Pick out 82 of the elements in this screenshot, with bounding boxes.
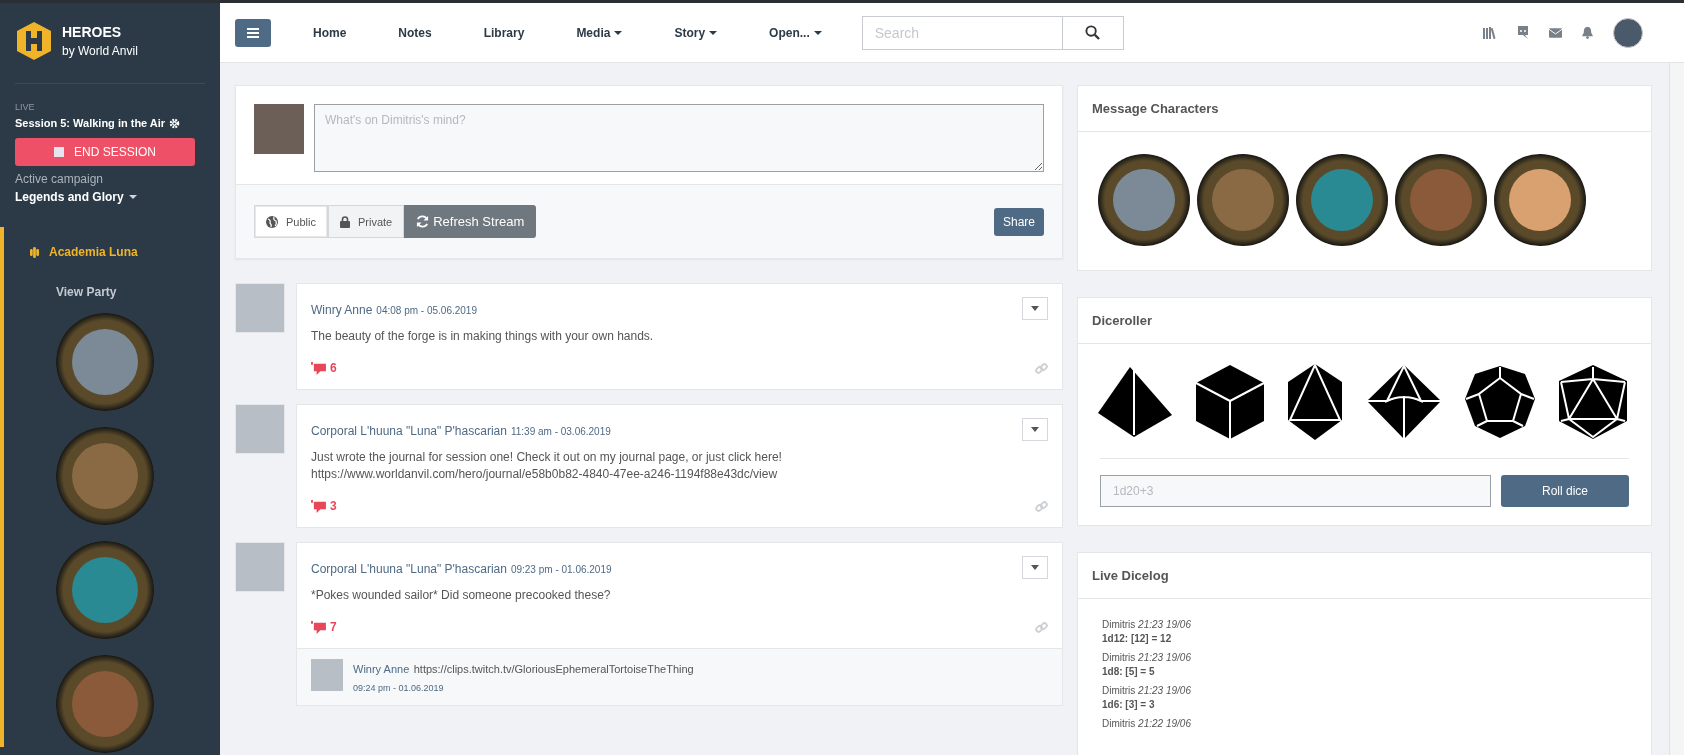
photo-placeholder [254,104,304,154]
settings-icon[interactable] [169,117,181,129]
menu-icon [247,27,259,38]
roll-result: 1d12: [12] = 12 [1102,633,1173,644]
campaign-label: Active campaign [14,172,105,186]
panel-title: Message Characters [1078,86,1651,132]
dice-formula-field[interactable]: 1d20+3 [1100,475,1491,507]
avatar-placeholder [235,404,285,454]
bell-icon[interactable] [1582,26,1593,39]
reply-time: 09:24 pm - 01.06.2019 [353,683,445,693]
avatar-placeholder [311,659,343,691]
author-link[interactable]: Winry Anne [311,303,373,317]
post-menu-button[interactable] [1022,556,1048,579]
scrollbar[interactable] [1669,63,1684,755]
refresh-stream-button[interactable]: Refresh Stream [404,205,537,238]
search-field[interactable]: Search [861,15,1062,50]
nav-link[interactable]: Story [646,25,742,40]
post-time: 09:23 pm - 01.06.2019 [510,564,612,575]
caret-icon [1031,565,1039,570]
nav-link[interactable]: Notes [370,25,456,40]
post-text: Just wrote the journal for session one! Check it out on my journal page, or just click here! [311,449,783,466]
comment-count[interactable]: 7 [311,620,337,634]
nav-link[interactable]: Library [455,25,549,40]
d20-die-icon[interactable] [1558,365,1627,439]
post-menu-button[interactable] [1022,418,1048,441]
nav-link[interactable]: Home [285,25,371,40]
author-link[interactable]: Winry Anne [353,663,410,675]
caret-icon [1031,306,1039,311]
globe-icon [266,215,278,228]
search-button[interactable] [1061,15,1124,50]
roll-result: 1d6: [3] = 3 [1102,699,1156,710]
log-entry-header: Dimitris 21:23 19/06 [1102,652,1192,663]
post-text: The beauty of the forge is in making things with your own hands. [311,328,655,345]
author-link[interactable]: Corporal L'huuna "Luna" P'hascarian [311,562,507,576]
reply-text: https://clips.twitch.tv/GloriousEphemeralTortoiseTheThing [413,663,694,675]
live-label: LIVE [14,102,36,112]
post-time: 11:39 am - 03.06.2019 [510,426,611,437]
post-text: https://www.worldanvil.com/hero/journal/e58b0b82-4840-47ee-a246-1194f88e43dc/view [311,466,779,483]
comment-count[interactable]: 3 [311,499,337,513]
chat-icon[interactable] [1517,26,1529,39]
d10-die-icon[interactable] [1366,365,1441,439]
group-link[interactable]: Academia Luna [49,245,138,259]
share-button[interactable]: Share [993,207,1044,236]
log-entry-header: Dimitris 21:23 19/06 [1102,619,1192,630]
roll-dice-button[interactable]: Roll dice [1501,475,1629,507]
nav-link[interactable]: Media [548,25,647,40]
author-link[interactable]: Corporal L'huuna "Luna" P'hascarian [311,424,507,438]
panel-title: Diceroller [1078,298,1651,344]
brand-name: HEROES [62,24,123,40]
session-title: Session 5: Walking in the Air [15,117,166,129]
brand-subtitle: by World Anvil [62,44,138,58]
caret-icon [1031,427,1039,432]
envelope-icon[interactable] [1549,27,1562,38]
post-menu-button[interactable] [1022,297,1048,320]
refresh-icon [416,215,430,228]
books-icon[interactable] [1483,26,1497,39]
comment-count[interactable]: 6 [311,361,337,375]
log-entry-header: Dimitris 21:22 19/06 [1102,718,1192,729]
d8-die-icon[interactable] [1288,364,1343,440]
d12-die-icon[interactable] [1464,366,1535,438]
visibility-tab[interactable]: Private [327,205,405,238]
cube-die-icon[interactable] [1196,365,1265,439]
menu-button[interactable] [235,18,271,47]
end-session-button[interactable]: END SESSION [15,138,195,166]
log-entry-header: Dimitris 21:23 19/06 [1102,685,1192,696]
nav-link[interactable]: Open... [741,25,846,40]
search-icon [1085,25,1101,40]
view-party-link[interactable]: View Party [56,285,220,299]
avatar-placeholder [235,542,285,592]
visibility-tab[interactable]: Public [254,205,328,238]
lock-icon [339,215,350,228]
roll-result: 1d8: [5] = 5 [1102,666,1156,677]
hexagon-logo-icon [16,21,52,61]
d4-die-icon[interactable] [1098,367,1172,437]
campaign-dropdown[interactable]: Legends and Glory [0,190,152,204]
user-avatar[interactable] [1613,17,1643,48]
post-input-field[interactable]: What's on Dimitris's mind? [314,104,1044,172]
people-icon [30,245,39,259]
avatar-placeholder [235,283,285,333]
post-text: *Pokes wounded sailor* Did someone precooked these? [311,587,612,604]
post-time: 04:08 pm - 05.06.2019 [376,305,477,316]
panel-title: Live Dicelog [1078,553,1651,599]
